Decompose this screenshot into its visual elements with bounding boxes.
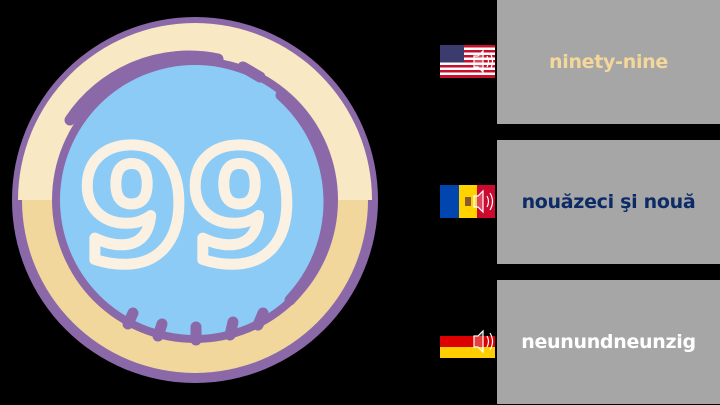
translation-row-german: neunundneunzig xyxy=(438,280,720,404)
badge-number: 99 xyxy=(79,116,295,300)
translation-text-romanian: nouăzeci şi nouă xyxy=(521,191,696,213)
translation-text-german: neunundneunzig xyxy=(521,331,696,353)
number-99-clock-icon: 99 xyxy=(12,17,378,383)
translation-panel-german: neunundneunzig xyxy=(497,280,720,404)
moldova-flag-speaker-icon[interactable] xyxy=(440,185,495,218)
translation-panel-romanian: nouăzeci şi nouă xyxy=(497,140,720,264)
translation-row-english: ninety-nine xyxy=(438,0,720,124)
translation-row-romanian: nouăzeci şi nouă xyxy=(438,140,720,264)
translation-panel-english: ninety-nine xyxy=(497,0,720,124)
translation-text-english: ninety-nine xyxy=(549,51,668,73)
germany-flag-speaker-icon[interactable] xyxy=(440,325,495,358)
us-flag-speaker-icon[interactable] xyxy=(440,45,495,78)
